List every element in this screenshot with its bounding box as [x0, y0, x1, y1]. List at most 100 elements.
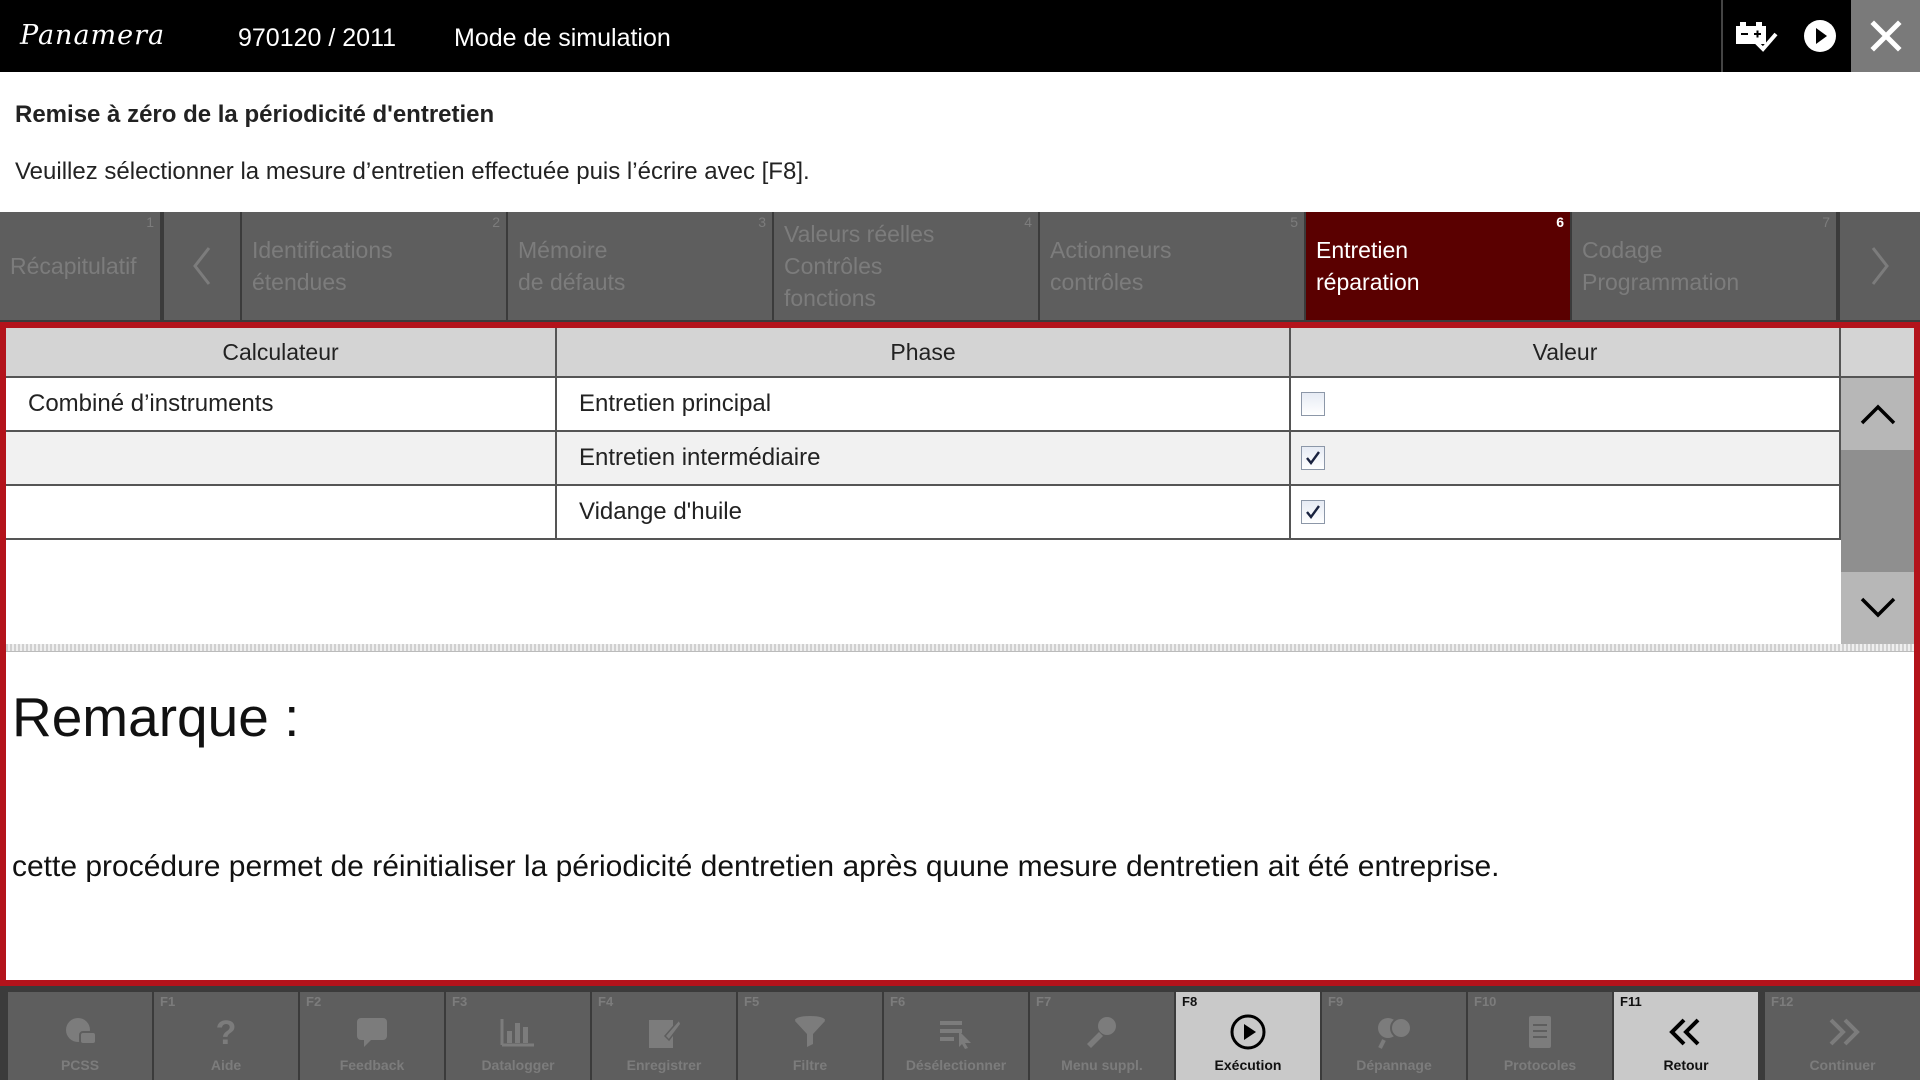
tab-identifications[interactable]: 2 Identifications étendues	[242, 212, 508, 320]
fkey-feedback-button[interactable]: F2 Feedback	[300, 992, 444, 1080]
scrollbar-thumb[interactable]	[1841, 450, 1914, 572]
protocols-icon	[1468, 1012, 1612, 1052]
fkey-number: F5	[744, 994, 760, 1009]
tab-number: 5	[1290, 214, 1298, 230]
close-icon	[1869, 20, 1902, 52]
function-key-bar: PCSS F1 ? Aide F2 Feedback F3 Datalogger…	[0, 986, 1920, 1080]
fkey-datalogger-button[interactable]: F3 Datalogger	[446, 992, 590, 1080]
tab-number: 3	[758, 214, 766, 230]
tab-memoire-defauts[interactable]: 3 Mémoire de défauts	[508, 212, 774, 320]
fkey-retour-button[interactable]: F11 Retour	[1614, 992, 1758, 1080]
table-row[interactable]: Entretien intermédiaire	[6, 432, 1841, 486]
fkey-label: Retour	[1663, 1057, 1709, 1073]
fkey-enregistrer-button[interactable]: F4 Enregistrer	[592, 992, 736, 1080]
cell-valeur	[1291, 432, 1841, 484]
pcss-icon	[8, 1012, 152, 1052]
close-button[interactable]	[1851, 0, 1920, 72]
fkey-number: F11	[1620, 994, 1642, 1009]
feedback-icon	[300, 1012, 444, 1052]
tab-recapitulatif[interactable]: 1 Récapitulatif	[0, 212, 162, 320]
table-row[interactable]: Vidange d'huile	[6, 486, 1841, 540]
checkbox-entretien-intermediaire[interactable]	[1301, 446, 1325, 470]
fkey-label: Protocoles	[1503, 1057, 1577, 1073]
fkey-label: Désélectionner	[905, 1057, 1007, 1073]
tab-scroll-right-button[interactable]	[1840, 212, 1920, 320]
tab-scroll-left-button[interactable]	[164, 212, 240, 320]
main-panel: Calculateur Phase Valeur Combiné d’instr…	[6, 328, 1914, 980]
fkey-number: F2	[306, 994, 322, 1009]
fkey-number: F12	[1771, 994, 1794, 1009]
tab-label: Récapitulatif	[10, 253, 137, 279]
fkey-depannage-button[interactable]: F9 Dépannage	[1322, 992, 1466, 1080]
fkey-protocoles-button[interactable]: F10 Protocoles	[1468, 992, 1612, 1080]
tab-entretien-reparation[interactable]: 6 Entretien réparation	[1306, 212, 1572, 320]
play-button[interactable]	[1789, 0, 1851, 72]
chevron-down-icon	[1860, 597, 1895, 618]
fkey-label: Exécution	[1214, 1057, 1282, 1073]
fkey-number: F1	[160, 994, 176, 1009]
splitter[interactable]	[6, 644, 1914, 652]
fkey-continuer-button[interactable]: F12 Continuer	[1765, 992, 1920, 1080]
table-header: Calculateur Phase Valeur	[6, 328, 1841, 378]
cell-valeur	[1291, 486, 1841, 538]
fkey-menu-suppl-button[interactable]: F7 Menu suppl.	[1030, 992, 1174, 1080]
fkey-label: Aide	[210, 1057, 242, 1073]
tab-number: 7	[1822, 214, 1830, 230]
svg-text:?: ?	[216, 1014, 237, 1050]
tab-label: Programmation	[1582, 269, 1740, 295]
tab-label: Codage	[1582, 237, 1663, 263]
fkey-aide-button[interactable]: F1 ? Aide	[154, 992, 298, 1080]
fkey-number: F10	[1474, 994, 1497, 1009]
fkey-label: Feedback	[339, 1057, 405, 1073]
fkey-label: Continuer	[1809, 1057, 1876, 1073]
column-header-calculateur: Calculateur	[6, 328, 557, 378]
fkey-deselectionner-button[interactable]: F6 Désélectionner	[884, 992, 1028, 1080]
tab-label: Contrôles	[784, 253, 883, 279]
checkmark-icon	[1306, 451, 1320, 465]
model-logo: Panamera	[20, 20, 166, 51]
fkey-number: F3	[452, 994, 468, 1009]
tab-actionneurs[interactable]: 5 Actionneurs contrôles	[1040, 212, 1306, 320]
page-title: Remise à zéro de la périodicité d'entret…	[15, 101, 495, 128]
table-row[interactable]: Combiné d’instruments Entretien principa…	[6, 378, 1841, 432]
fkey-label: Enregistrer	[626, 1057, 702, 1073]
column-header-valeur: Valeur	[1291, 328, 1841, 378]
fkey-number: F4	[598, 994, 614, 1009]
fkey-number: F6	[890, 994, 906, 1009]
mode-label: Mode de simulation	[454, 24, 671, 52]
title-bar: Panamera 970120 / 2011 Mode de simulatio…	[0, 0, 1920, 72]
fkey-label: Dépannage	[1356, 1057, 1432, 1073]
chevron-right-icon	[1871, 247, 1889, 285]
tab-number: 1	[146, 214, 154, 230]
tab-number: 4	[1024, 214, 1032, 230]
extra-menu-icon	[1030, 1012, 1174, 1052]
tab-label: Mémoire	[518, 237, 608, 263]
scrollbar-corner	[1841, 328, 1914, 378]
tab-label: Identifications	[252, 237, 393, 263]
fkey-label: Menu suppl.	[1061, 1057, 1143, 1073]
checkbox-vidange-huile[interactable]	[1301, 500, 1325, 524]
tab-bar: 1 Récapitulatif 2 Identifications étendu…	[0, 212, 1920, 322]
chevron-left-icon	[193, 247, 211, 285]
cell-valeur	[1291, 378, 1841, 430]
filter-icon	[738, 1012, 882, 1052]
tab-label: Valeurs réelles	[784, 221, 935, 247]
fkey-pcss-button[interactable]: PCSS	[8, 992, 152, 1080]
tab-codage-programmation[interactable]: 7 Codage Programmation	[1572, 212, 1838, 320]
remark-title: Remarque :	[12, 686, 300, 748]
scroll-down-button[interactable]	[1841, 572, 1914, 644]
remark-text: cette procédure permet de réinitialiser …	[12, 850, 1500, 883]
save-icon	[592, 1012, 736, 1052]
execute-icon	[1176, 1012, 1320, 1052]
checkbox-entretien-principal[interactable]	[1301, 392, 1325, 416]
fkey-filtre-button[interactable]: F5 Filtre	[738, 992, 882, 1080]
scroll-up-button[interactable]	[1841, 378, 1914, 450]
column-header-phase: Phase	[557, 328, 1291, 378]
battery-check-icon	[1736, 22, 1778, 52]
battery-check-button[interactable]	[1723, 0, 1789, 72]
tab-number: 2	[492, 214, 500, 230]
fkey-number: F7	[1036, 994, 1052, 1009]
fkey-execution-button[interactable]: F8 Exécution	[1176, 992, 1320, 1080]
back-icon	[1614, 1012, 1758, 1052]
tab-valeurs-reelles[interactable]: 4 Valeurs réelles Contrôles fonctions	[774, 212, 1040, 320]
